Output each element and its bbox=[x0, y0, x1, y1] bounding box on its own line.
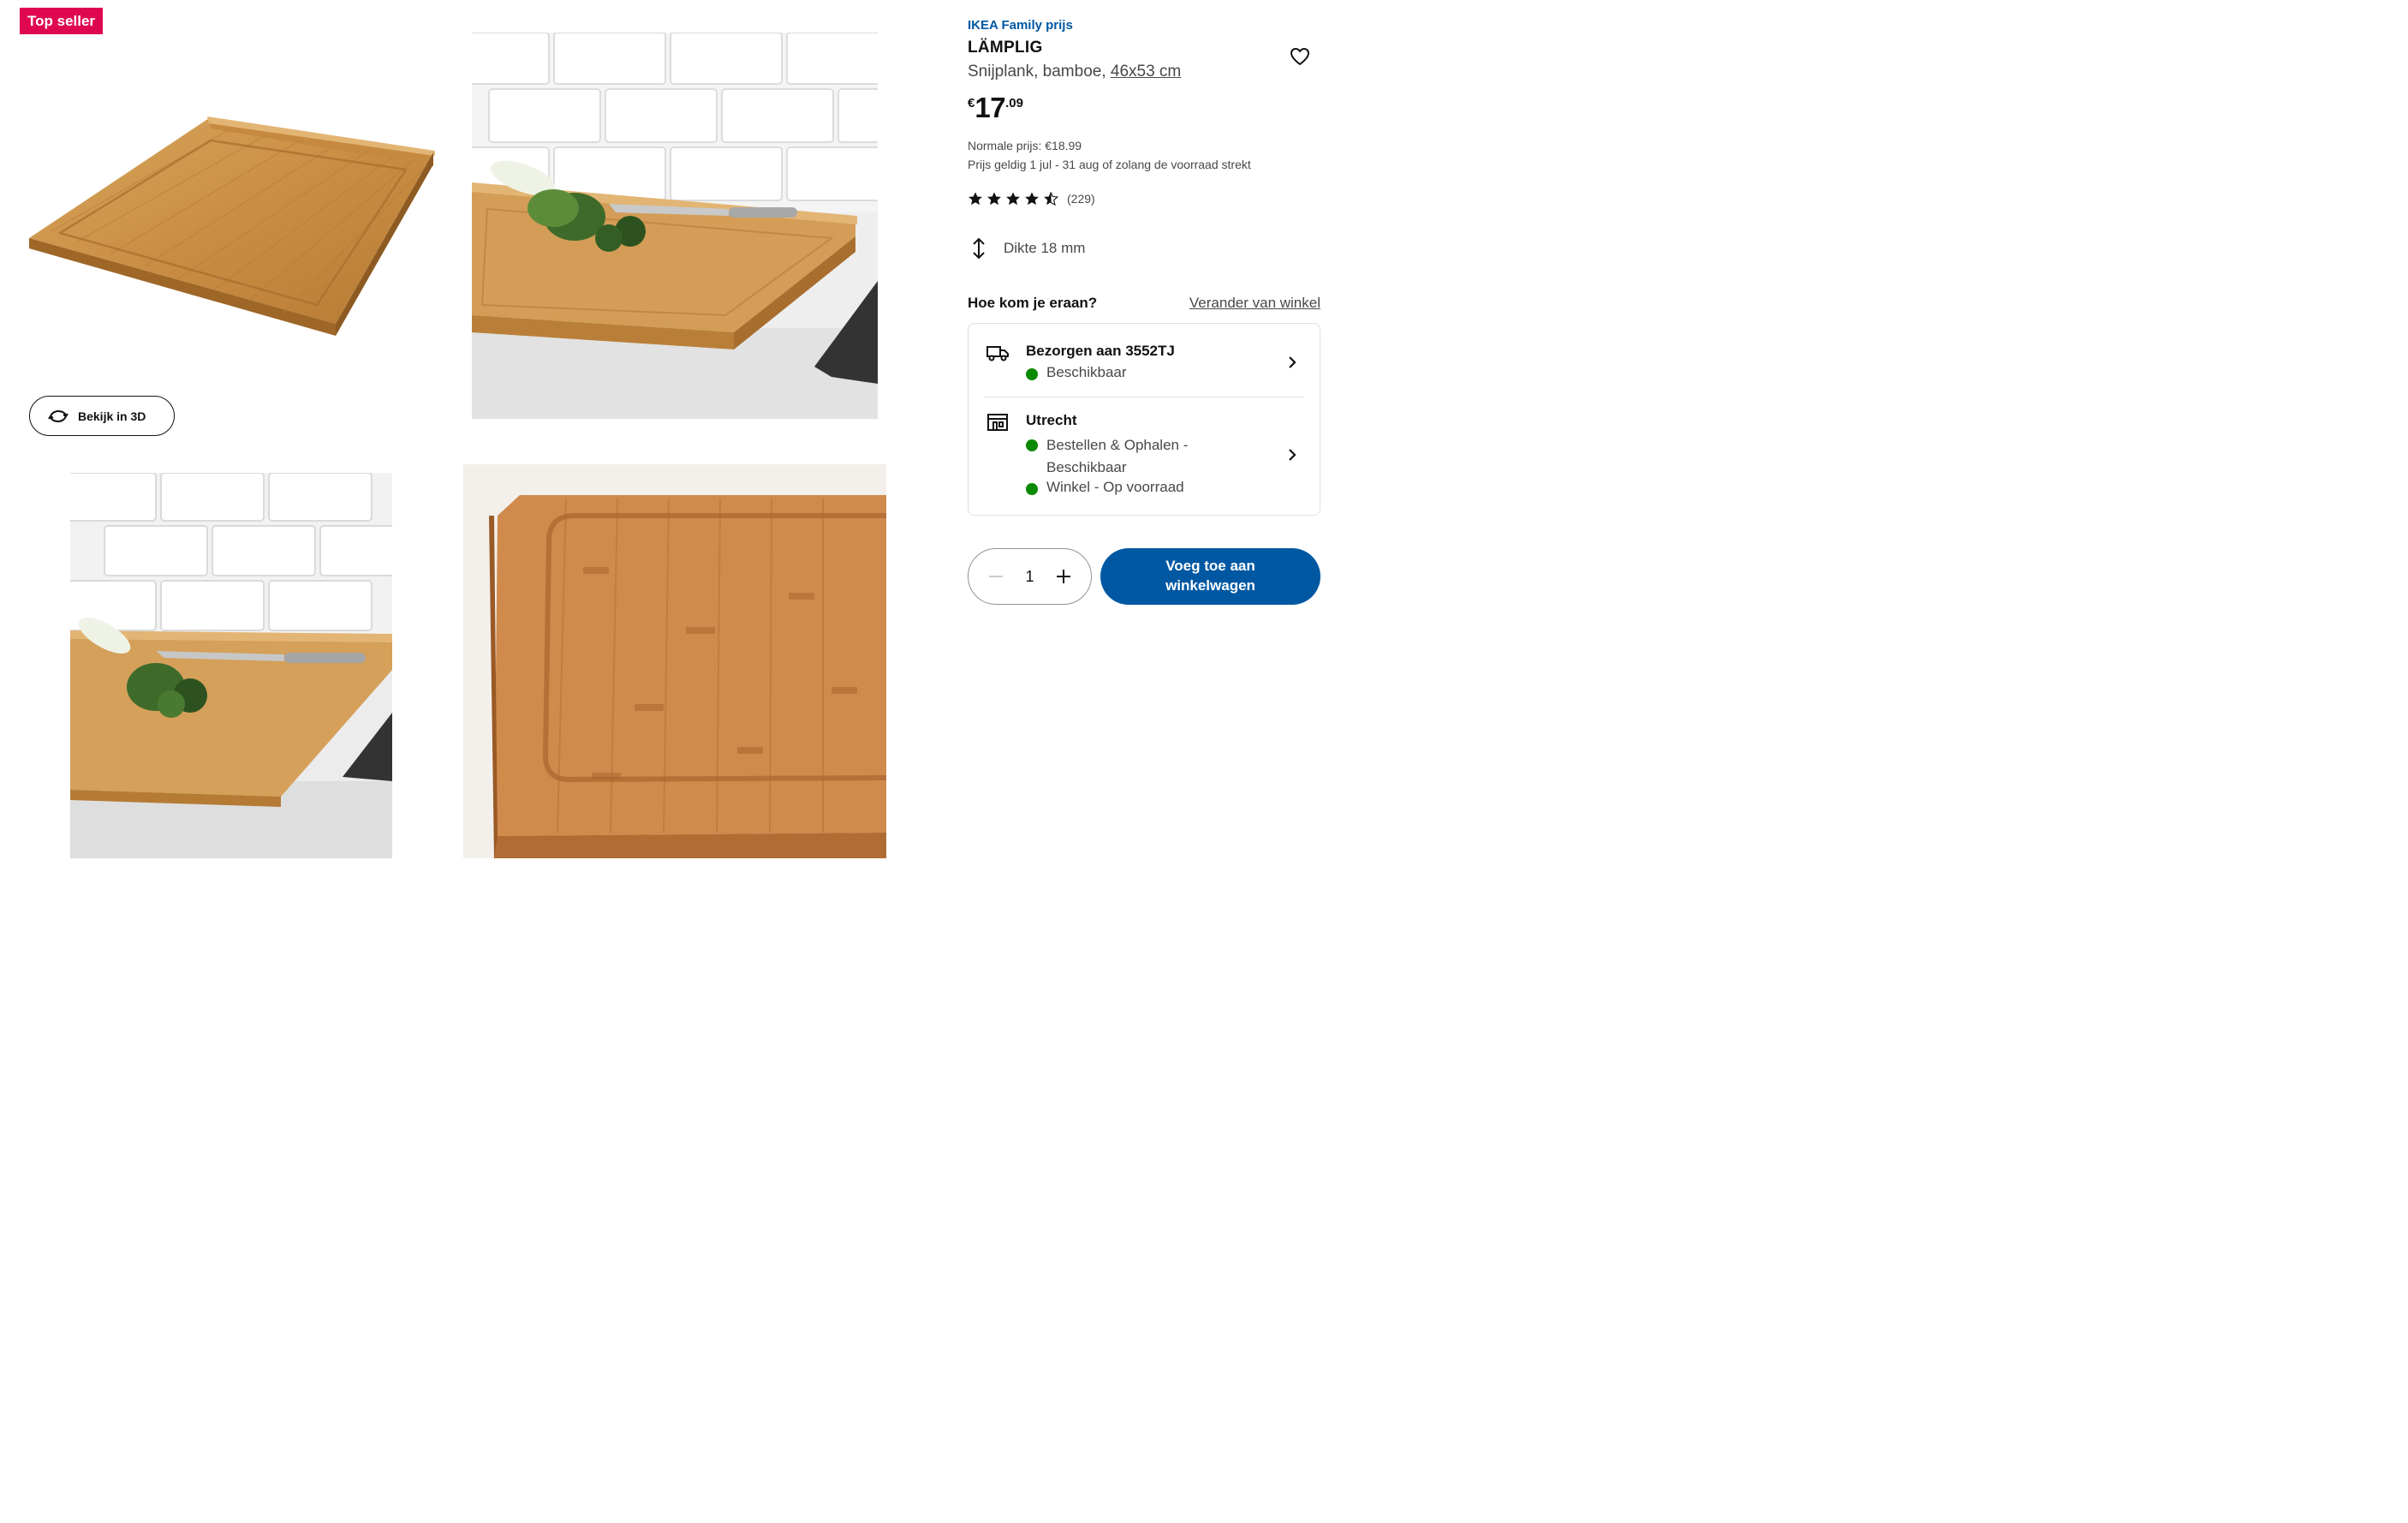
product-image-countertop[interactable] bbox=[70, 473, 392, 858]
thickness-info: Dikte 18 mm bbox=[968, 236, 1085, 260]
star-half-icon bbox=[1044, 192, 1058, 206]
chevron-right-icon bbox=[1289, 356, 1296, 368]
price-decimal: .09 bbox=[1005, 96, 1023, 110]
product-image-closeup[interactable] bbox=[463, 464, 886, 858]
delivery-option[interactable]: Bezorgen aan 3552TJ Beschikbaar bbox=[969, 324, 1320, 397]
countertop-scene-image bbox=[70, 473, 392, 858]
product-price: €17.09 bbox=[968, 93, 1023, 122]
top-seller-badge: Top seller bbox=[20, 8, 104, 34]
product-image-main[interactable] bbox=[17, 51, 454, 377]
delivery-title: Bezorgen aan 3552TJ bbox=[1026, 343, 1175, 359]
product-image-kitchen[interactable] bbox=[472, 33, 878, 419]
star-full-icon bbox=[1025, 192, 1039, 206]
quantity-stepper bbox=[968, 548, 1092, 605]
star-full-icon bbox=[969, 192, 982, 206]
store-option[interactable]: Utrecht Bestellen & Ophalen - Beschikbaa… bbox=[969, 397, 1320, 516]
delivery-status: Beschikbaar bbox=[1026, 364, 1127, 381]
price-currency: € bbox=[968, 96, 975, 110]
add-to-cart-button[interactable]: Voeg toe aan winkelwagen bbox=[1100, 548, 1320, 605]
product-description-text: Snijplank, bamboe, bbox=[968, 63, 1111, 81]
store-status-1: Bestellen & Ophalen - Beschikbaar bbox=[1026, 434, 1223, 479]
product-name: LÄMPLIG bbox=[968, 39, 1043, 57]
product-size-link[interactable]: 46x53 cm bbox=[1111, 63, 1181, 81]
available-dot-icon bbox=[1026, 439, 1038, 451]
product-info-panel: IKEA Family prijs LÄMPLIG Snijplank, bam… bbox=[968, 0, 1320, 858]
product-description: Snijplank, bamboe, 46x53 cm bbox=[968, 63, 1181, 81]
availability-box: Bezorgen aan 3552TJ Beschikbaar Utrecht … bbox=[968, 323, 1320, 516]
delivery-truck-icon bbox=[986, 346, 1009, 361]
favorite-heart-icon[interactable] bbox=[1290, 47, 1310, 66]
quantity-input[interactable] bbox=[1012, 567, 1047, 586]
cutting-board-image bbox=[29, 116, 435, 336]
star-full-icon bbox=[987, 192, 1001, 206]
minus-icon[interactable] bbox=[986, 566, 1006, 587]
change-store-link[interactable]: Verander van winkel bbox=[1189, 295, 1320, 312]
available-dot-icon bbox=[1026, 483, 1038, 495]
available-dot-icon bbox=[1026, 368, 1038, 380]
store-title: Utrecht bbox=[1026, 412, 1077, 428]
thickness-arrows-icon bbox=[973, 237, 985, 260]
kitchen-scene-image bbox=[472, 33, 878, 419]
plus-icon[interactable] bbox=[1053, 566, 1074, 587]
chevron-right-icon bbox=[1289, 449, 1296, 461]
store-icon bbox=[987, 414, 1008, 431]
store-status-1-text: Bestellen & Ophalen - Beschikbaar bbox=[1046, 437, 1189, 475]
store-status-2: Winkel - Op voorraad bbox=[1026, 479, 1184, 496]
delivery-status-text: Beschikbaar bbox=[1046, 364, 1127, 380]
view-in-3d-label: Bekijk in 3D bbox=[78, 409, 146, 423]
star-full-icon bbox=[1006, 192, 1020, 206]
rating-count: (229) bbox=[1067, 192, 1095, 206]
product-gallery: Top seller Bekijk in 3D bbox=[0, 0, 933, 858]
availability-heading: Hoe kom je eraan? bbox=[968, 295, 1098, 311]
rotate-3d-icon bbox=[48, 409, 69, 422]
board-closeup-image bbox=[463, 464, 886, 858]
normal-price: Normale prijs: €18.99 bbox=[968, 139, 1082, 152]
ikea-family-price-label: IKEA Family prijs bbox=[968, 18, 1073, 33]
thickness-text: Dikte 18 mm bbox=[1004, 240, 1086, 256]
price-integer: 17 bbox=[975, 92, 1006, 123]
product-rating[interactable]: (229) bbox=[968, 191, 1095, 206]
store-status-2-text: Winkel - Op voorraad bbox=[1046, 479, 1184, 495]
view-in-3d-button[interactable]: Bekijk in 3D bbox=[29, 396, 175, 436]
price-validity: Prijs geldig 1 jul - 31 aug of zolang de… bbox=[968, 158, 1251, 171]
